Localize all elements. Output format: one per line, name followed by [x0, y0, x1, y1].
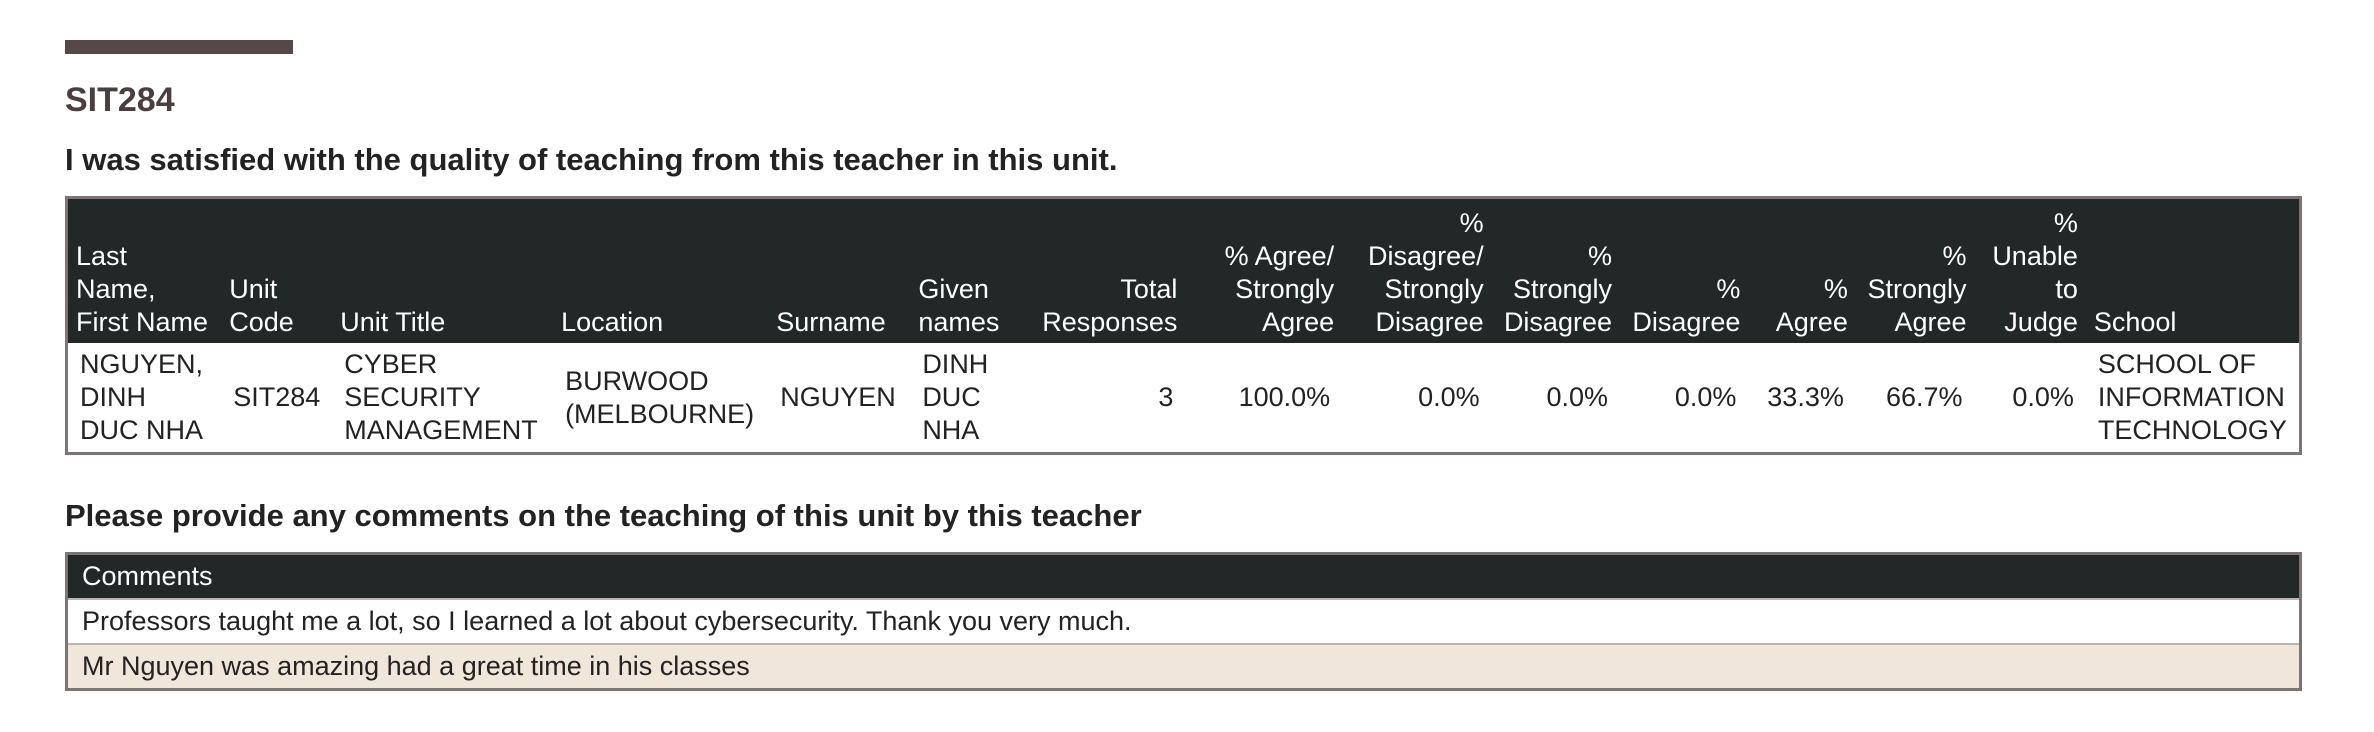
cell-pct-unable-to-judge: 0.0% — [1974, 343, 2086, 454]
comments-column-header: Comments — [66, 553, 2301, 600]
accent-bar — [65, 40, 293, 54]
comment-text: Mr Nguyen was amazing had a great time i… — [66, 643, 2301, 690]
col-header-pct-strongly-disagree: % Strongly Disagree — [1491, 197, 1620, 344]
cell-name: NGUYEN, DINH DUC NHA — [66, 343, 222, 454]
cell-location: BURWOOD (MELBOURNE) — [553, 343, 769, 454]
table-row: NGUYEN, DINH DUC NHA SIT284 CYBER SECURI… — [66, 343, 2301, 454]
col-header-total-responses: Total Responses — [1015, 197, 1186, 344]
col-header-pct-disagree-strongly-disagree: % Disagree/ Strongly Disagree — [1342, 197, 1492, 344]
col-header-surname: Surname — [768, 197, 911, 344]
comments-header-row: Comments — [66, 553, 2301, 600]
comment-text: Professors taught me a lot, so I learned… — [66, 598, 2301, 645]
col-header-unit-code: Unit Code — [221, 197, 333, 344]
results-header-row: Last Name, First Name Unit Code Unit Tit… — [66, 197, 2301, 344]
col-header-location: Location — [553, 197, 769, 344]
col-header-pct-agree: % Agree — [1748, 197, 1856, 344]
cell-unit-code: SIT284 — [221, 343, 333, 454]
unit-code-heading: SIT284 — [65, 81, 175, 119]
col-header-pct-agree-strongly-agree: % Agree/ Strongly Agree — [1185, 197, 1343, 344]
col-header-unit-title: Unit Title — [332, 197, 554, 344]
col-header-pct-unable-to-judge: % Unable to Judge — [1974, 197, 2086, 344]
cell-pct-disagree-strongly-disagree: 0.0% — [1342, 343, 1492, 454]
comments-table: Comments Professors taught me a lot, so … — [65, 552, 2302, 692]
cell-pct-disagree: 0.0% — [1620, 343, 1749, 454]
cell-school: SCHOOL OF INFORMATION TECHNOLOGY — [2085, 343, 2301, 454]
cell-unit-title: CYBER SECURITY MANAGEMENT — [332, 343, 554, 454]
col-header-name: Last Name, First Name — [66, 197, 222, 344]
cell-surname: NGUYEN — [768, 343, 911, 454]
cell-pct-agree: 33.3% — [1748, 343, 1856, 454]
question-heading: I was satisfied with the quality of teac… — [65, 141, 1118, 177]
results-table: Last Name, First Name Unit Code Unit Tit… — [65, 195, 2302, 455]
list-item: Professors taught me a lot, so I learned… — [66, 598, 2301, 645]
cell-pct-agree-strongly-agree: 100.0% — [1185, 343, 1343, 454]
cell-given-names: DINH DUC NHA — [910, 343, 1016, 454]
list-item: Mr Nguyen was amazing had a great time i… — [66, 643, 2301, 690]
col-header-school: School — [2085, 197, 2301, 344]
col-header-pct-disagree: % Disagree — [1620, 197, 1749, 344]
cell-pct-strongly-agree: 66.7% — [1855, 343, 1975, 454]
comments-heading: Please provide any comments on the teach… — [65, 497, 1142, 533]
report-page: SIT284 I was satisfied with the quality … — [0, 0, 2309, 692]
col-header-pct-strongly-agree: % Strongly Agree — [1855, 197, 1975, 344]
cell-pct-strongly-disagree: 0.0% — [1491, 343, 1620, 454]
cell-total-responses: 3 — [1015, 343, 1186, 454]
col-header-given-names: Given names — [910, 197, 1016, 344]
